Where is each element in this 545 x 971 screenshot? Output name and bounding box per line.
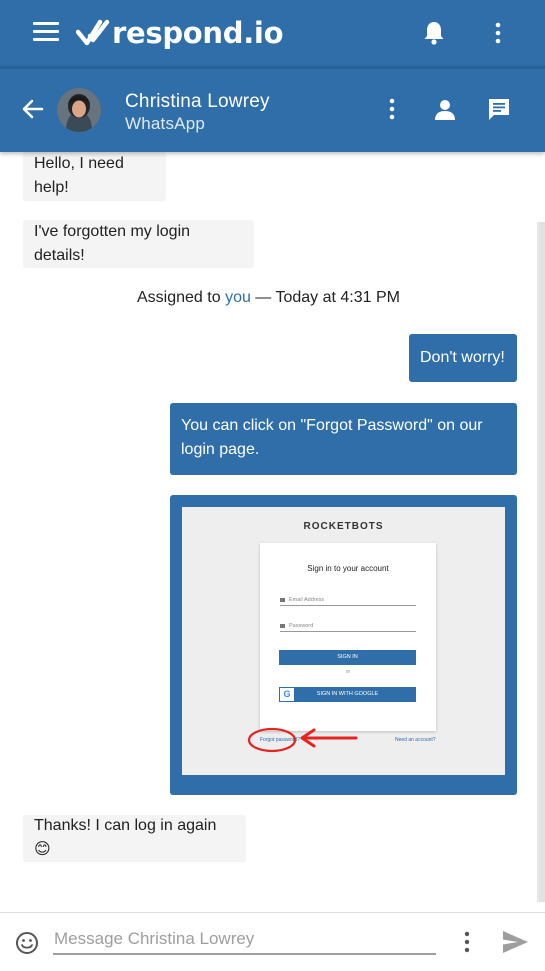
more-vertical-icon[interactable]	[487, 20, 509, 46]
preview-email-placeholder: Email Address	[289, 597, 325, 603]
message-incoming[interactable]: Hello, I need help!	[23, 152, 166, 200]
login-page-screenshot: ROCKETBOTS Sign in to your account Email…	[182, 507, 505, 775]
preview-brand: ROCKETBOTS	[303, 521, 384, 532]
preview-google-button: G SIGN IN WITH GOOGLE	[279, 687, 416, 702]
preview-signin-button: SIGN IN	[279, 650, 416, 665]
message-text: Don't worry!	[420, 349, 505, 366]
preview-google-label: SIGN IN WITH GOOGLE	[316, 691, 379, 697]
message-image[interactable]: ROCKETBOTS Sign in to your account Email…	[170, 495, 517, 795]
message-text: Thanks! I can log in again 😊	[34, 817, 217, 858]
more-vertical-icon[interactable]	[457, 930, 477, 954]
contact-name: Christina Lowrey	[125, 91, 270, 112]
assignment-time: — Today at 4:31 PM	[250, 289, 400, 306]
assignee-link[interactable]: you	[225, 289, 251, 306]
message-incoming[interactable]: Thanks! I can log in again 😊	[23, 815, 246, 861]
scrollbar-thumb[interactable]	[539, 222, 545, 902]
contact-channel: WhatsApp	[125, 114, 206, 133]
back-arrow-icon[interactable]	[20, 96, 46, 122]
conversation-header: Christina Lowrey WhatsApp	[0, 66, 545, 152]
brand-logo[interactable]: respond.io	[76, 14, 284, 52]
message-outgoing[interactable]: You can click on "Forgot Password" on ou…	[170, 403, 517, 475]
chat-icon[interactable]	[486, 97, 512, 123]
person-icon[interactable]	[433, 98, 457, 122]
message-input[interactable]	[53, 925, 436, 955]
logo-check-icon	[76, 19, 110, 46]
preview-login-card: Sign in to your account Email Address Pa…	[260, 543, 436, 731]
emoji-icon[interactable]	[15, 931, 39, 955]
app-bar: respond.io	[0, 0, 545, 66]
assignment-notice: Assigned to you — Today at 4:31 PM	[0, 289, 537, 307]
preview-title: Sign in to your account	[307, 564, 389, 573]
message-outgoing[interactable]: Don't worry!	[409, 334, 517, 382]
contact-avatar[interactable]	[57, 88, 101, 132]
send-icon[interactable]	[501, 929, 529, 955]
mail-icon	[280, 598, 285, 602]
preview-or: or	[345, 669, 351, 675]
assignment-prefix: Assigned to	[137, 289, 226, 306]
lock-icon	[280, 624, 285, 628]
avatar-image	[57, 88, 101, 132]
preview-password-field: Password	[280, 622, 416, 632]
bell-icon[interactable]	[422, 20, 446, 46]
preview-password-placeholder: Password	[289, 623, 314, 629]
brand-name: respond.io	[112, 16, 284, 50]
message-text: You can click on "Forgot Password" on ou…	[181, 417, 483, 458]
scrollbar[interactable]	[537, 222, 545, 902]
red-annotation-arrow-icon	[248, 727, 358, 753]
more-vertical-icon[interactable]	[381, 96, 403, 122]
menu-icon[interactable]	[33, 22, 59, 42]
message-text: I've forgotten my login details!	[34, 222, 191, 264]
message-incoming[interactable]: I've forgotten my login details!	[23, 220, 254, 267]
message-text: Hello, I need help!	[34, 155, 124, 196]
preview-account-link: Need an account?	[395, 737, 436, 743]
google-icon: G	[280, 688, 294, 701]
preview-email-field: Email Address	[280, 596, 416, 606]
